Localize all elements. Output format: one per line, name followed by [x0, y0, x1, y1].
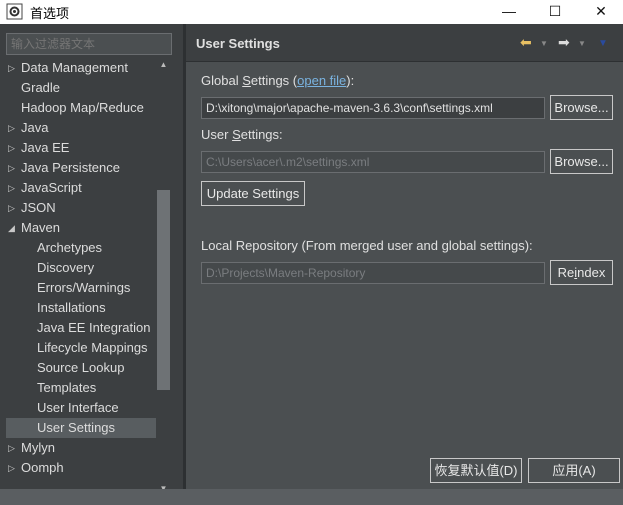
expand-arrow-icon[interactable]: ▷	[8, 438, 18, 458]
tree-item-installations[interactable]: Installations	[6, 298, 156, 318]
tree-item-label: Installations	[37, 300, 106, 315]
back-arrow-icon[interactable]: ⬅	[520, 34, 532, 51]
tree-item-archetypes[interactable]: Archetypes	[6, 238, 156, 258]
tree-item-user-interface[interactable]: User Interface	[6, 398, 156, 418]
filter-input[interactable]	[6, 33, 172, 55]
tree-item-label: Discovery	[37, 260, 95, 275]
tree-item-source-lookup[interactable]: Source Lookup	[6, 358, 156, 378]
tree-item-label: Errors/Warnings	[37, 280, 131, 295]
tree-item-label: Data Management	[21, 60, 128, 75]
open-file-link[interactable]: open file	[297, 73, 346, 88]
local-repository-field: D:\Projects\Maven-Repository	[201, 262, 545, 284]
reindex-button[interactable]: Reindex	[550, 260, 613, 285]
tree-item-label: Oomph	[21, 460, 64, 475]
tree-item-java-persistence[interactable]: ▷ Java Persistence	[6, 158, 156, 178]
tree-item-maven[interactable]: ◢ Maven	[6, 218, 156, 238]
tree-item-label: Mylyn	[21, 440, 55, 455]
tree-item-label: Maven	[21, 220, 61, 235]
close-button[interactable]: ✕	[578, 0, 623, 24]
tree-item-java-ee-integration[interactable]: Java EE Integration	[6, 318, 156, 338]
bottom-bar	[0, 489, 623, 505]
tree-item-oomph[interactable]: ▷ Oomph	[6, 458, 156, 478]
tree-item-hadoop[interactable]: Hadoop Map/Reduce	[6, 98, 156, 118]
tree-item-label: Java EE Integration	[37, 320, 151, 335]
tree-item-errors-warnings[interactable]: Errors/Warnings	[6, 278, 156, 298]
tree-item-label: Lifecycle Mappings	[37, 340, 148, 355]
back-dropdown-icon[interactable]: ▼	[540, 39, 548, 48]
global-browse-button[interactable]: Browse...	[550, 95, 613, 120]
global-settings-field[interactable]: D:\xitong\major\apache-maven-3.6.3\conf\…	[201, 97, 545, 119]
collapse-arrow-icon[interactable]: ◢	[8, 218, 18, 238]
view-menu-icon[interactable]: ▼	[598, 38, 608, 49]
expand-arrow-icon[interactable]: ▷	[8, 178, 18, 198]
update-settings-button[interactable]: Update Settings	[201, 181, 305, 206]
expand-arrow-icon[interactable]: ▷	[8, 198, 18, 218]
expand-arrow-icon[interactable]: ▷	[8, 458, 18, 478]
tree-item-label: Java EE	[21, 140, 70, 155]
tree-item-label: JavaScript	[21, 180, 82, 195]
window-titlebar: 首选项 — ☐ ✕	[0, 0, 623, 24]
scroll-up-icon[interactable]: ▲	[156, 58, 171, 72]
expand-arrow-icon[interactable]: ▷	[8, 158, 18, 178]
window-title: 首选项	[30, 6, 70, 21]
tree-item-label: User Settings	[37, 420, 116, 435]
tree-item-templates[interactable]: Templates	[6, 378, 156, 398]
tree-item-label: JSON	[21, 200, 56, 215]
tree-item-label: Gradle	[21, 80, 61, 95]
apply-button[interactable]: 应用(A)	[528, 458, 620, 483]
tree-item-label: Templates	[37, 380, 97, 395]
expand-arrow-icon[interactable]: ▷	[8, 118, 18, 138]
page-title: User Settings	[196, 36, 280, 51]
tree-item-label: Java Persistence	[21, 160, 120, 175]
tree-item-user-settings[interactable]: User Settings	[6, 418, 156, 438]
preferences-sidebar: ▷ Data Management Gradle Hadoop Map/Redu…	[0, 24, 183, 505]
settings-app-icon	[6, 3, 23, 20]
tree-item-javascript[interactable]: ▷ JavaScript	[6, 178, 156, 198]
tree-item-lifecycle-mappings[interactable]: Lifecycle Mappings	[6, 338, 156, 358]
user-browse-button[interactable]: Browse...	[550, 149, 613, 174]
tree-vertical-scrollbar[interactable]: ▲ ▼	[156, 58, 171, 496]
tree-item-label: Hadoop Map/Reduce	[21, 100, 144, 115]
tree-item-label: Source Lookup	[37, 360, 125, 375]
maximize-button[interactable]: ☐	[532, 0, 578, 24]
tree-item-java[interactable]: ▷ Java	[6, 118, 156, 138]
tree-item-label: User Interface	[37, 400, 119, 415]
preferences-tree: ▷ Data Management Gradle Hadoop Map/Redu…	[6, 58, 156, 496]
tree-item-json[interactable]: ▷ JSON	[6, 198, 156, 218]
tree-item-data-management[interactable]: ▷ Data Management	[6, 58, 156, 78]
tree-item-gradle[interactable]: Gradle	[6, 78, 156, 98]
restore-defaults-button[interactable]: 恢复默认值(D)	[430, 458, 522, 483]
global-settings-label: Global Settings (open file):	[201, 73, 355, 88]
scrollbar-thumb[interactable]	[157, 190, 170, 390]
tree-item-label: Archetypes	[37, 240, 103, 255]
tree-item-label: Java	[21, 120, 49, 135]
local-repository-label: Local Repository (From merged user and g…	[201, 238, 533, 253]
expand-arrow-icon[interactable]: ▷	[8, 138, 18, 158]
tree-item-mylyn[interactable]: ▷ Mylyn	[6, 438, 156, 458]
tree-item-discovery[interactable]: Discovery	[6, 258, 156, 278]
forward-dropdown-icon[interactable]: ▼	[578, 39, 586, 48]
preference-page: User Settings ⬅ ▼ ➡ ▼ ▼ Global Settings …	[186, 24, 623, 489]
page-header: User Settings ⬅ ▼ ➡ ▼ ▼	[186, 24, 623, 62]
minimize-button[interactable]: —	[486, 0, 532, 24]
forward-arrow-icon[interactable]: ➡	[558, 34, 570, 51]
user-settings-label: User Settings:	[201, 127, 283, 142]
expand-arrow-icon[interactable]: ▷	[8, 58, 18, 78]
tree-item-java-ee[interactable]: ▷ Java EE	[6, 138, 156, 158]
user-settings-field[interactable]: C:\Users\acer\.m2\settings.xml	[201, 151, 545, 173]
